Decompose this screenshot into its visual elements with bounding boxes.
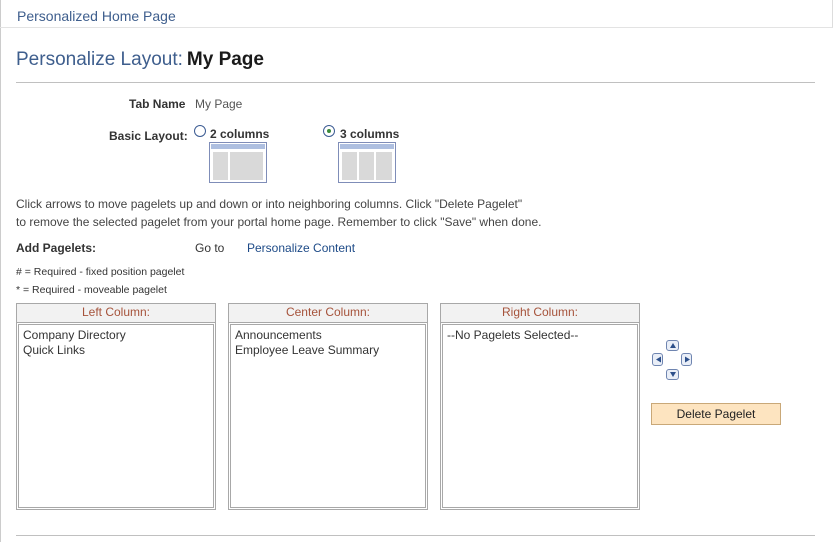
three-columns-label[interactable]: 3 columns — [340, 127, 399, 141]
center-column-header: Center Column: — [229, 304, 427, 323]
arrow-right-icon[interactable] — [681, 353, 692, 366]
page-title-prefix: Personalize Layout: — [16, 49, 183, 70]
delete-pagelet-button[interactable]: Delete Pagelet — [651, 403, 781, 425]
tab-name-label: Tab Name — [129, 97, 186, 111]
personalize-content-link[interactable]: Personalize Content — [247, 241, 355, 255]
center-column: Center Column: Announcements Employee Le… — [228, 303, 428, 510]
breadcrumb[interactable]: Personalized Home Page — [17, 8, 176, 24]
breadcrumb-bar: Personalized Home Page — [0, 0, 833, 28]
tab-name-value: My Page — [195, 97, 243, 111]
page-title: Personalize Layout: My Page — [16, 49, 264, 71]
add-pagelets-label: Add Pagelets: — [16, 241, 97, 255]
two-column-layout-icon[interactable] — [209, 142, 267, 183]
left-column-header: Left Column: — [17, 304, 215, 323]
left-frame-border — [0, 0, 1, 542]
page-title-name: My Page — [186, 49, 264, 70]
arrow-down-icon[interactable] — [666, 369, 679, 380]
three-columns-radio[interactable] — [323, 125, 335, 137]
list-item[interactable]: Announcements — [231, 328, 425, 343]
arrow-left-icon[interactable] — [652, 353, 663, 366]
list-item[interactable]: --No Pagelets Selected-- — [443, 328, 637, 343]
center-column-list[interactable]: Announcements Employee Leave Summary — [230, 324, 426, 508]
title-divider — [16, 82, 815, 83]
right-column-list[interactable]: --No Pagelets Selected-- — [442, 324, 638, 508]
right-column: Right Column: --No Pagelets Selected-- — [440, 303, 640, 510]
list-item[interactable]: Company Directory — [19, 328, 213, 343]
instructions-line-1: Click arrows to move pagelets up and dow… — [16, 197, 523, 211]
list-item[interactable]: Quick Links — [19, 343, 213, 358]
required-fixed-note: # = Required - fixed position pagelet — [16, 266, 185, 278]
bottom-divider — [16, 535, 815, 536]
left-column-list[interactable]: Company Directory Quick Links — [18, 324, 214, 508]
list-item[interactable]: Employee Leave Summary — [231, 343, 425, 358]
arrow-up-icon[interactable] — [666, 340, 679, 351]
two-columns-radio[interactable] — [194, 125, 206, 137]
go-to-text: Go to — [195, 241, 225, 255]
three-column-layout-icon[interactable] — [338, 142, 396, 183]
basic-layout-label: Basic Layout: — [109, 129, 188, 143]
required-moveable-note: * = Required - moveable pagelet — [16, 284, 167, 296]
two-columns-label[interactable]: 2 columns — [210, 127, 269, 141]
left-column: Left Column: Company Directory Quick Lin… — [16, 303, 216, 510]
right-column-header: Right Column: — [441, 304, 639, 323]
instructions-line-2: to remove the selected pagelet from your… — [16, 215, 542, 229]
